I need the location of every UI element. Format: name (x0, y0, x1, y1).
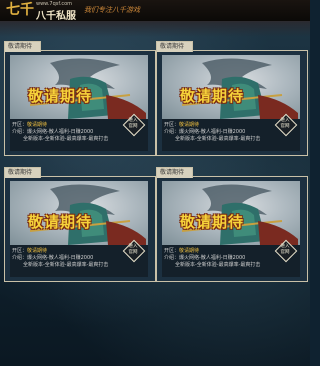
card-banner-image[interactable]: 敬请期待 (10, 55, 148, 119)
header-shadow (0, 21, 310, 37)
server-card[interactable]: 敬请期待 敬请期待 开区：敬请期待 介绍：爆火网络-散人福利-日赚2000 全新… (156, 41, 308, 156)
enter-site-button[interactable]: 进入 官网 (122, 244, 144, 258)
intro-line: 介绍：爆火网络-散人福利-日赚2000 (12, 128, 93, 135)
intro-line: 介绍：爆火网络-散人福利-日赚2000 (164, 254, 245, 261)
card-title: 敬请期待 (28, 213, 93, 231)
enter-label-2: 官网 (128, 124, 138, 129)
server-line: 开区：敬请期待 (164, 121, 199, 128)
enter-site-button[interactable]: 进入 官网 (274, 244, 296, 258)
enter-site-button[interactable]: 进入 官网 (274, 118, 296, 132)
card-title: 敬请期待 (28, 87, 93, 105)
card-tab[interactable]: 敬请期待 (4, 167, 41, 178)
card-title: 敬请期待 (180, 87, 245, 105)
card-banner-image[interactable]: 敬请期待 (162, 55, 300, 119)
site-slogan: 我们专注八千游戏 (84, 6, 140, 14)
site-name[interactable]: 八千私服 (36, 7, 76, 22)
server-card[interactable]: 敬请期待 敬请期待 开区：敬请期待 介绍：爆火网络-散人福利-日赚2000 全新… (4, 167, 156, 282)
server-line: 开区：敬请期待 (164, 247, 199, 254)
server-line: 开区：敬请期待 (12, 121, 47, 128)
card-tab[interactable]: 敬请期待 (4, 41, 41, 52)
enter-label-2: 官网 (280, 250, 290, 255)
server-line: 开区：敬请期待 (12, 247, 47, 254)
card-title: 敬请期待 (180, 213, 245, 231)
server-card[interactable]: 敬请期待 敬请期待 开区：敬请期待 介绍：爆火网络-散人福利-日赚2000 全新… (156, 167, 308, 282)
card-tab[interactable]: 敬请期待 (156, 41, 193, 52)
enter-label-2: 官网 (128, 250, 138, 255)
intro-line-2: 全新版本-全新体验-最高爆率-最爽打击 (23, 262, 109, 268)
card-banner-image[interactable]: 敬请期待 (10, 181, 148, 245)
server-card[interactable]: 敬请期待 敬请期待 开区：敬请期待 介绍：爆火网络-散人福利-日赚2000 全新… (4, 41, 156, 156)
card-tab[interactable]: 敬请期待 (156, 167, 193, 178)
intro-line-2: 全新版本-全新体验-最高爆率-最爽打击 (175, 136, 261, 142)
site-logo[interactable]: 七千 (6, 1, 34, 19)
site-header: 七千 www.7qsf.com 八千私服 我们专注八千游戏 (0, 0, 310, 22)
intro-line: 介绍：爆火网络-散人福利-日赚2000 (12, 254, 93, 261)
intro-line: 介绍：爆火网络-散人福利-日赚2000 (164, 128, 245, 135)
enter-label-2: 官网 (280, 124, 290, 129)
intro-line-2: 全新版本-全新体验-最高爆率-最爽打击 (23, 136, 109, 142)
card-banner-image[interactable]: 敬请期待 (162, 181, 300, 245)
intro-line-2: 全新版本-全新体验-最高爆率-最爽打击 (175, 262, 261, 268)
enter-site-button[interactable]: 进入 官网 (122, 118, 144, 132)
